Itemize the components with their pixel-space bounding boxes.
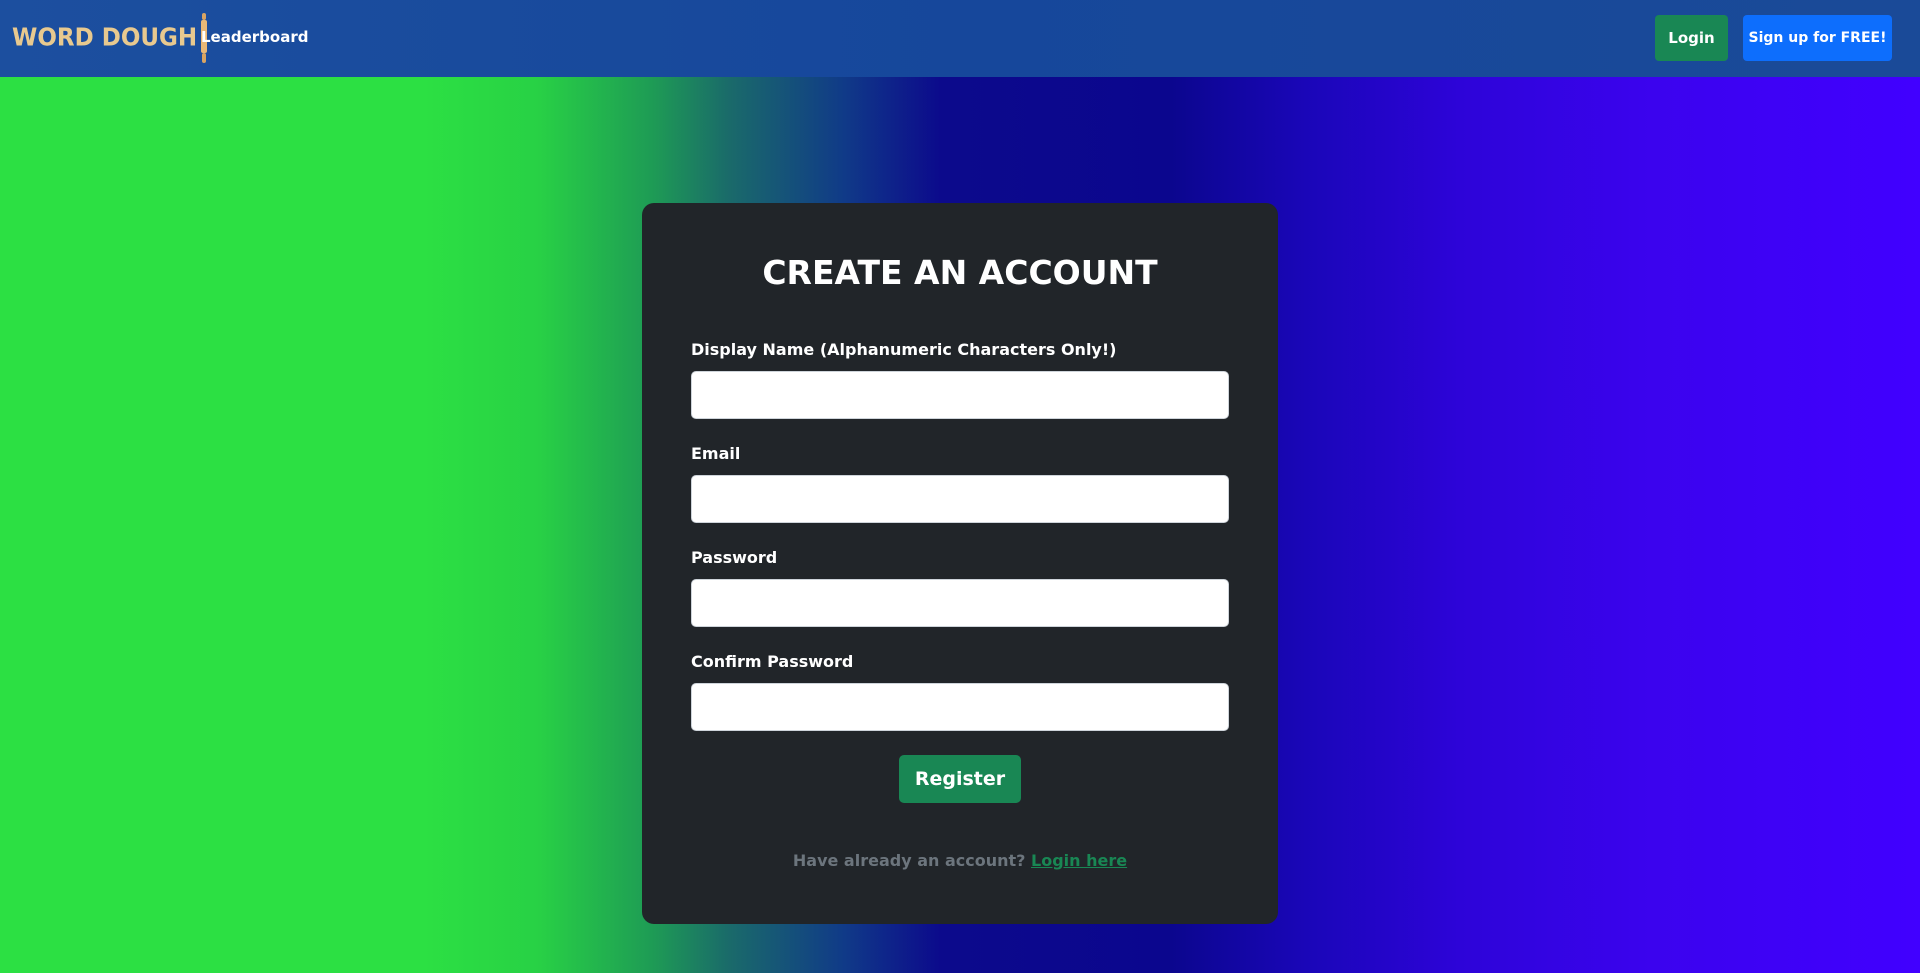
- login-prompt-text: Have already an account?: [792, 851, 1026, 870]
- confirm-password-input[interactable]: [691, 683, 1229, 731]
- signup-button[interactable]: Sign up for FREE!: [1743, 15, 1892, 61]
- nav-link-leaderboard[interactable]: Leaderboard: [201, 28, 308, 46]
- page-title: CREATE AN ACCOUNT: [762, 253, 1158, 292]
- register-card: CREATE AN ACCOUNT Display Name (Alphanum…: [642, 203, 1278, 924]
- login-prompt: Have already an account? Login here: [642, 851, 1278, 870]
- display-name-label: Display Name (Alphanumeric Characters On…: [691, 340, 1117, 359]
- email-input[interactable]: [691, 475, 1229, 523]
- email-label: Email: [691, 444, 741, 463]
- confirm-password-label: Confirm Password: [691, 652, 854, 671]
- login-here-link[interactable]: Login here: [1031, 851, 1127, 870]
- brand-name: WORD DOUGH: [12, 23, 198, 53]
- brand-logo[interactable]: WORD DOUGH: [12, 12, 209, 64]
- navbar: WORD DOUGH Leaderboard Login Sign up for…: [0, 0, 1920, 77]
- login-button[interactable]: Login: [1655, 15, 1728, 61]
- display-name-input[interactable]: [691, 371, 1229, 419]
- password-input[interactable]: [691, 579, 1229, 627]
- register-button[interactable]: Register: [899, 755, 1021, 803]
- password-label: Password: [691, 548, 778, 567]
